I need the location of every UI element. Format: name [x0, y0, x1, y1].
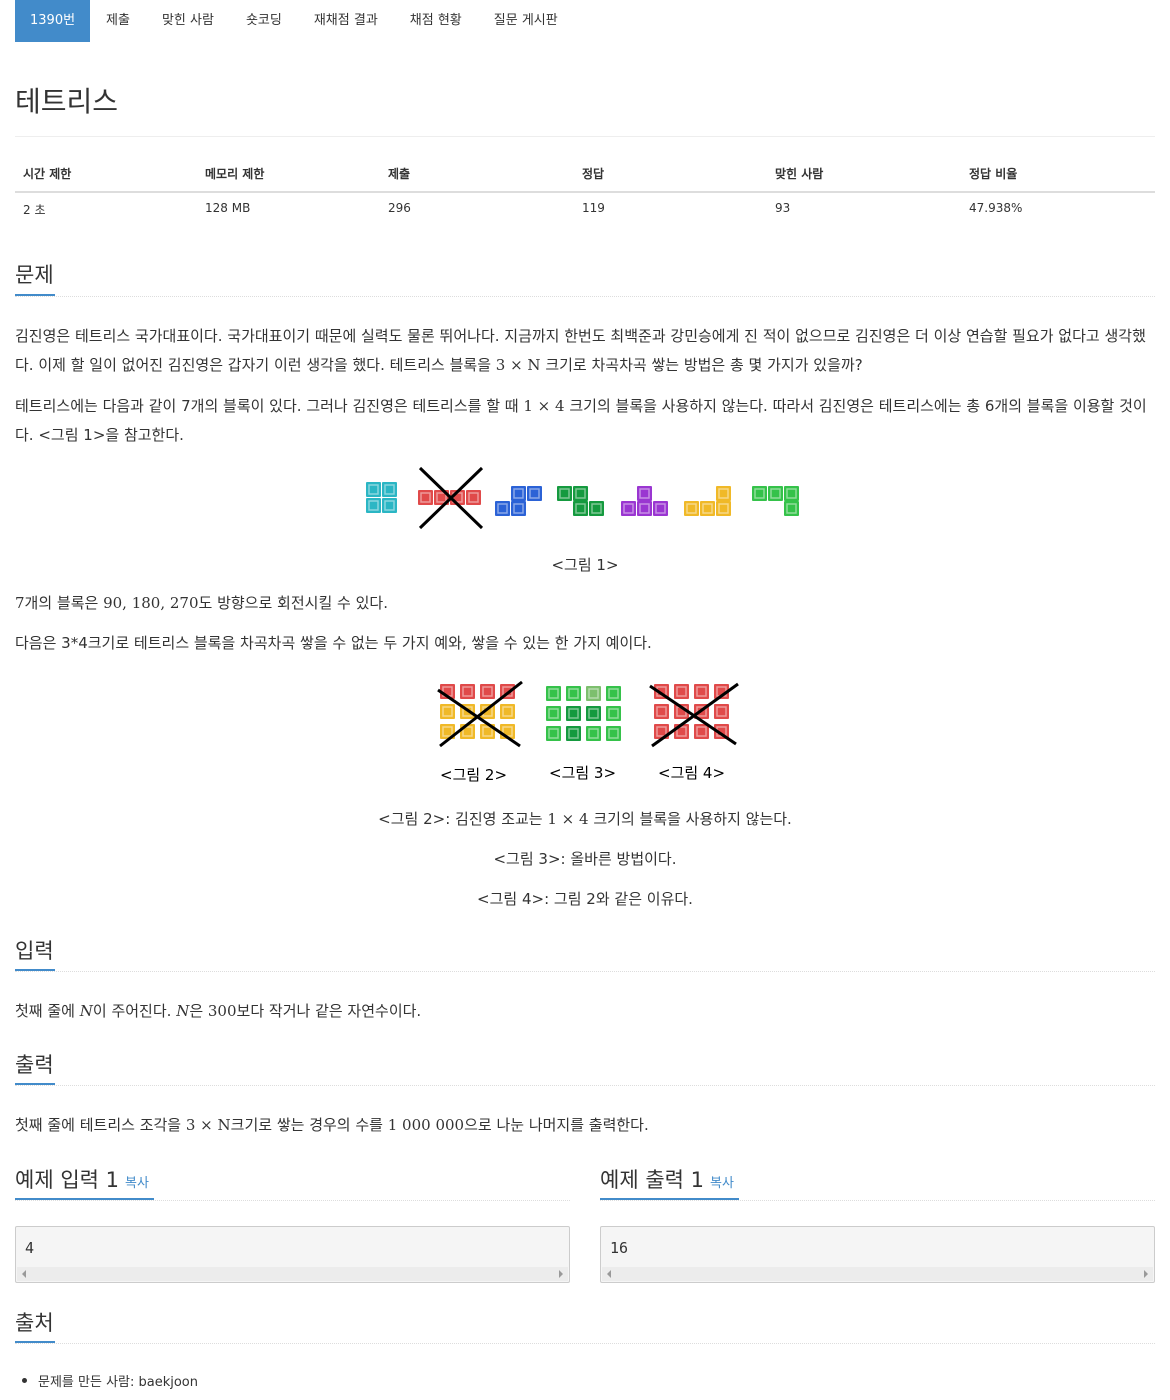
problem-info-header: 시간 제한 메모리 제한 제출 정답 맞힌 사람 정답 비율: [15, 165, 1155, 193]
info-header-accepted: 정답: [582, 167, 605, 181]
o-piece: [365, 481, 398, 514]
figure-2-label: <그림 2>: [440, 766, 508, 784]
info-header-time-limit: 시간 제한: [23, 167, 72, 181]
scroll-right-icon[interactable]: [559, 1270, 563, 1278]
section-divider: [15, 1200, 570, 1201]
source-author-item: 문제를 만든 사람: baekjoon: [22, 1371, 198, 1390]
output-description: 첫째 줄에 테트리스 조각을 3 × N크기로 쌓는 경우의 수를 1 000 …: [15, 1116, 649, 1134]
tab-judge-status[interactable]: 채점 현황: [394, 0, 478, 42]
sample-output-box[interactable]: 16: [600, 1226, 1155, 1283]
section-underline: [15, 969, 55, 971]
info-memory-limit: 128 MB: [205, 201, 251, 215]
copy-input-button[interactable]: 복사: [125, 1176, 149, 1191]
section-underline: [600, 1198, 739, 1200]
figure-3-label: <그림 3>: [549, 764, 617, 782]
figure-2-board: [437, 680, 523, 748]
tab-question-board[interactable]: 질문 게시판: [478, 0, 574, 42]
sample-input-title: 예제 입력 1 복사: [15, 1168, 149, 1192]
figure-4-board: [649, 682, 739, 748]
section-divider: [15, 971, 1155, 972]
section-underline: [15, 294, 55, 296]
input-description: 첫째 줄에 N이 주어진다. N은 300보다 작거나 같은 자연수이다.: [15, 1002, 422, 1020]
math-expr: 3 × N: [495, 356, 541, 374]
section-output-title: 출력: [15, 1053, 54, 1077]
sample-output-title: 예제 출력 1 복사: [600, 1168, 734, 1192]
problem-paragraph-2: 테트리스에는 다음과 같이 7개의 블록이 있다. 그러나 김진영은 테트리스를…: [15, 397, 1147, 444]
s-piece: [494, 485, 543, 517]
title-divider: [15, 136, 1155, 137]
j-piece: [751, 485, 800, 517]
section-source-title: 출처: [15, 1311, 54, 1335]
tab-short-coding[interactable]: 숏코딩: [230, 0, 298, 42]
page-title: 테트리스: [15, 85, 119, 118]
tab-problem[interactable]: 1390번: [15, 0, 91, 42]
sample-input-value: 4: [25, 1239, 35, 1257]
problem-info-row: 2 초 128 MB 296 119 93 47.938%: [15, 201, 1155, 218]
section-problem-title: 문제: [15, 263, 54, 287]
tab-rejudge-results[interactable]: 재채점 결과: [298, 0, 394, 42]
figure-3-board: [545, 685, 622, 742]
section-divider: [15, 296, 1155, 297]
copy-output-button[interactable]: 복사: [710, 1176, 734, 1191]
section-divider: [15, 1343, 1155, 1344]
figures-2-3-4: [437, 680, 739, 748]
sample-input-box[interactable]: 4: [15, 1226, 570, 1283]
horizontal-scrollbar[interactable]: [17, 1267, 568, 1281]
horizontal-scrollbar[interactable]: [602, 1267, 1153, 1281]
info-header-submissions: 제출: [388, 167, 411, 181]
problem-paragraph-4: 다음은 3*4크기로 테트리스 블록을 차곡차곡 쌓을 수 없는 두 가지 예와…: [15, 634, 652, 652]
problem-nav: 1390번 제출 맞힌 사람 숏코딩 재채점 결과 채점 현황 질문 게시판: [15, 0, 574, 42]
problem-page: 1390번 제출 맞힌 사람 숏코딩 재채점 결과 채점 현황 질문 게시판 테…: [0, 0, 1170, 1400]
info-ratio: 47.938%: [969, 201, 1023, 215]
info-solvers: 93: [775, 201, 791, 215]
info-header-ratio: 정답 비율: [969, 167, 1018, 181]
info-time-limit: 2 초: [23, 203, 46, 217]
z-piece: [556, 485, 605, 517]
scroll-left-icon[interactable]: [607, 1270, 611, 1278]
tab-solved-users[interactable]: 맞힌 사람: [146, 0, 230, 42]
section-divider: [15, 1085, 1155, 1086]
section-underline: [15, 1341, 55, 1343]
problem-paragraph-1: 김진영은 테트리스 국가대표이다. 국가대표이기 때문에 실력도 물론 뛰어나다…: [15, 327, 1146, 374]
figure-4-label: <그림 4>: [658, 764, 726, 782]
sample-output-value: 16: [610, 1239, 629, 1257]
problem-paragraph-3: 7개의 블록은 90, 180, 270도 방향으로 회전시킬 수 있다.: [15, 594, 388, 612]
figure-4-explanation: <그림 4>: 그림 2와 같은 이유다.: [477, 890, 693, 908]
t-piece: [620, 485, 669, 517]
math-expr: 1 × 4: [523, 397, 565, 415]
scroll-right-icon[interactable]: [1144, 1270, 1148, 1278]
figure-1-caption: <그림 1>: [551, 556, 619, 574]
section-divider: [600, 1200, 1155, 1201]
info-header-solvers: 맞힌 사람: [775, 167, 824, 181]
figure-1-tetrominoes: [365, 466, 800, 530]
info-submissions: 296: [388, 201, 411, 215]
tab-submit[interactable]: 제출: [90, 0, 146, 42]
figure-2-explanation: <그림 2>: 김진영 조교는 1 × 4 크기의 블록을 사용하지 않는다.: [378, 810, 792, 828]
info-accepted: 119: [582, 201, 605, 215]
info-header-memory-limit: 메모리 제한: [205, 167, 265, 181]
l-piece: [683, 485, 732, 517]
section-input-title: 입력: [15, 939, 54, 963]
figure-3-explanation: <그림 3>: 올바른 방법이다.: [493, 850, 677, 868]
section-underline: [15, 1198, 154, 1200]
section-underline: [15, 1083, 55, 1085]
scroll-left-icon[interactable]: [22, 1270, 26, 1278]
